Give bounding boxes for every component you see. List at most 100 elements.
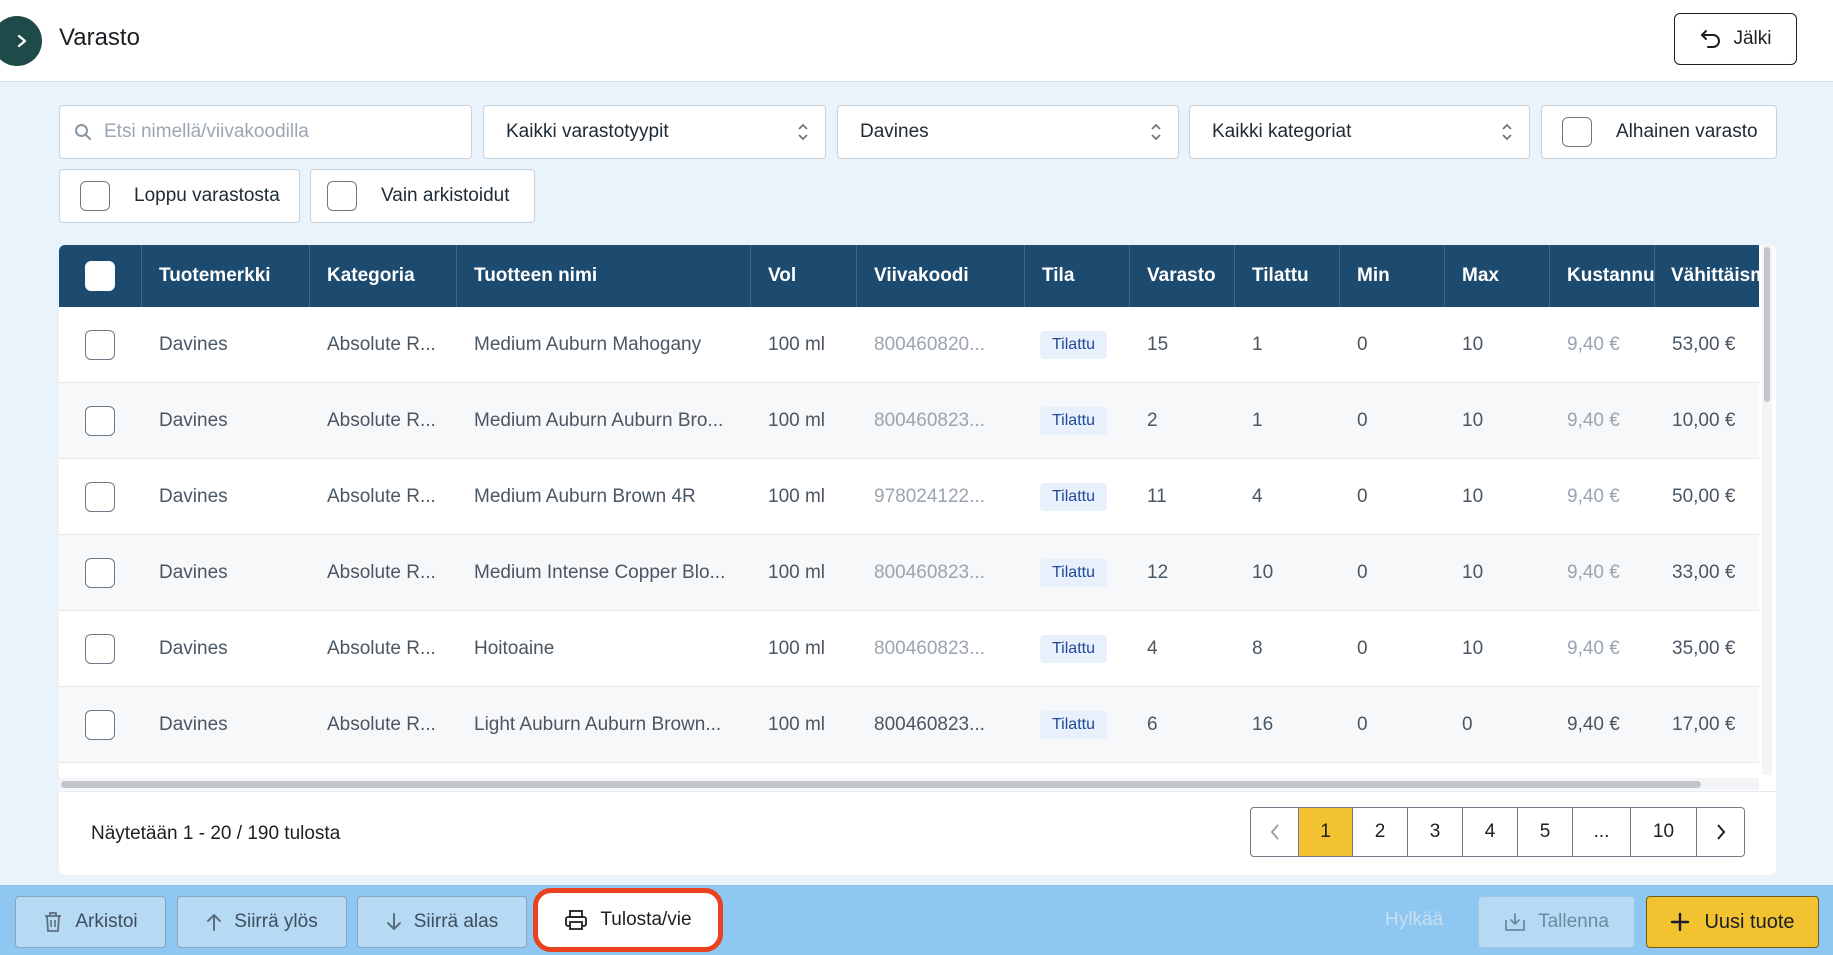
chevron-left-icon: [1270, 824, 1279, 840]
cell-barcode: 978024122...: [874, 486, 985, 507]
move-up-button[interactable]: Siirrä ylös: [177, 896, 347, 948]
move-down-button[interactable]: Siirrä alas: [357, 896, 527, 948]
table-row[interactable]: Davines Absolute R... Light Auburn Auburn …: [59, 687, 1759, 763]
row-checkbox[interactable]: [85, 710, 115, 740]
cell-category: Absolute R...: [327, 334, 436, 355]
cell-category: Absolute R...: [327, 714, 436, 735]
select-all-checkbox[interactable]: [85, 261, 115, 291]
top-bar: Varasto Jälki: [0, 0, 1833, 82]
cell-status: Tilattu: [1025, 687, 1130, 763]
cell-status: Tilattu: [1025, 383, 1130, 459]
status-badge: Tilattu: [1040, 483, 1107, 511]
column-header-max[interactable]: Max: [1445, 245, 1550, 307]
column-header-retail[interactable]: Vähittäism: [1655, 245, 1759, 307]
select-all-cell: [59, 245, 142, 307]
status-badge: Tilattu: [1040, 331, 1107, 359]
cell-min: 0: [1357, 714, 1368, 735]
prev-page-button[interactable]: [1251, 808, 1299, 856]
cell-brand: Davines: [159, 714, 228, 735]
cell-ordered: 16: [1252, 714, 1274, 735]
page-button-2[interactable]: 2: [1353, 808, 1408, 856]
row-checkbox[interactable]: [85, 482, 115, 512]
archived-only-checkbox[interactable]: [327, 181, 357, 211]
new-product-button[interactable]: Uusi tuote: [1646, 896, 1819, 948]
vertical-scrollbar[interactable]: [1762, 245, 1772, 775]
table-row[interactable]: Davines Absolute R... Medium Auburn Mahoga…: [59, 307, 1759, 383]
page-button-10[interactable]: 10: [1631, 808, 1697, 856]
cell-cost: 9,40 €: [1567, 486, 1620, 507]
inventory-table: Tuotemerkki Kategoria Tuotteen nimi Vol …: [59, 245, 1776, 875]
cell-status: Tilattu: [1025, 611, 1130, 687]
search-icon: [75, 124, 91, 140]
row-checkbox[interactable]: [85, 558, 115, 588]
column-header-category[interactable]: Kategoria: [310, 245, 457, 307]
next-page-button[interactable]: [1697, 808, 1744, 856]
low-stock-label: Alhainen varasto: [1616, 121, 1758, 142]
cell-barcode: 800460820...: [874, 334, 985, 355]
column-header-brand[interactable]: Tuotemerkki: [142, 245, 310, 307]
cell-brand: Davines: [159, 486, 228, 507]
column-header-name[interactable]: Tuotteen nimi: [457, 245, 751, 307]
row-checkbox[interactable]: [85, 406, 115, 436]
sidebar-expand-button[interactable]: [0, 16, 42, 66]
save-button[interactable]: Tallenna: [1478, 896, 1635, 948]
chevron-right-icon: [1716, 824, 1725, 840]
table-row[interactable]: Davines Absolute R... Medium Auburn Brown …: [59, 459, 1759, 535]
arrow-down-icon: [386, 913, 401, 930]
page-button-4[interactable]: 4: [1463, 808, 1518, 856]
cell-retail: 33,00 €: [1672, 562, 1736, 583]
cell-ordered: 4: [1252, 486, 1263, 507]
page-button-5[interactable]: 5: [1518, 808, 1573, 856]
row-select-cell: [59, 383, 142, 459]
cell-volume: 100 ml: [768, 562, 826, 583]
column-header-barcode[interactable]: Viivakoodi: [857, 245, 1025, 307]
column-header-status[interactable]: Tila: [1025, 245, 1130, 307]
row-select-cell: [59, 611, 142, 687]
horizontal-scrollbar[interactable]: [59, 778, 1759, 790]
row-checkbox[interactable]: [85, 634, 115, 664]
cell-volume: 100 ml: [768, 486, 826, 507]
page-button-3[interactable]: 3: [1408, 808, 1463, 856]
search-input[interactable]: Etsi nimellä/viivakoodilla: [59, 105, 472, 159]
low-stock-checkbox[interactable]: [1562, 117, 1592, 147]
page-title: Varasto: [59, 24, 140, 51]
out-of-stock-filter[interactable]: Loppu varastosta: [59, 169, 300, 223]
row-select-cell: [59, 459, 142, 535]
cell-status: Tilattu: [1025, 307, 1130, 383]
print-export-button[interactable]: Tulosta/vie: [533, 888, 723, 952]
row-checkbox[interactable]: [85, 330, 115, 360]
stock-type-select[interactable]: Kaikki varastotyypit: [483, 105, 826, 159]
column-header-vol[interactable]: Vol: [751, 245, 857, 307]
save-label: Tallenna: [1538, 911, 1609, 932]
page-button-1[interactable]: 1: [1299, 808, 1353, 856]
table-row[interactable]: Davines Absolute R... Medium Auburn Auburn…: [59, 383, 1759, 459]
discard-button[interactable]: Hylkää: [1385, 909, 1443, 931]
low-stock-filter[interactable]: Alhainen varasto: [1541, 105, 1777, 159]
table-row[interactable]: Davines Absolute R... Hoitoaine 100 ml 80046…: [59, 611, 1759, 687]
cell-ordered: 10: [1252, 562, 1274, 583]
cell-category: Absolute R...: [327, 486, 436, 507]
brand-select[interactable]: Davines: [837, 105, 1179, 159]
row-select-cell: [59, 535, 142, 611]
column-header-min[interactable]: Min: [1340, 245, 1445, 307]
horizontal-scroll-thumb[interactable]: [61, 781, 1701, 788]
back-button[interactable]: Jälki: [1674, 13, 1797, 65]
category-select[interactable]: Kaikki kategoriat: [1189, 105, 1530, 159]
archived-only-filter[interactable]: Vain arkistoidut: [310, 169, 535, 223]
cell-retail: 53,00 €: [1672, 334, 1736, 355]
out-of-stock-checkbox[interactable]: [80, 181, 110, 211]
save-tray-icon: [1505, 913, 1526, 931]
cell-cost: 9,40 €: [1567, 562, 1620, 583]
column-header-cost[interactable]: Kustannus: [1550, 245, 1655, 307]
brand-value: Davines: [860, 121, 929, 142]
column-header-stock[interactable]: Varasto: [1130, 245, 1235, 307]
page-ellipsis: ...: [1573, 808, 1631, 856]
table-row[interactable]: Davines Absolute R... Medium Intense Coppe…: [59, 535, 1759, 611]
arrow-up-icon: [207, 914, 222, 931]
cell-brand: Davines: [159, 334, 228, 355]
archive-button[interactable]: Arkistoi: [15, 896, 166, 948]
cell-min: 0: [1357, 562, 1368, 583]
cell-ordered: 8: [1252, 638, 1263, 659]
column-header-ordered[interactable]: Tilattu: [1235, 245, 1340, 307]
vertical-scroll-thumb[interactable]: [1764, 247, 1770, 402]
